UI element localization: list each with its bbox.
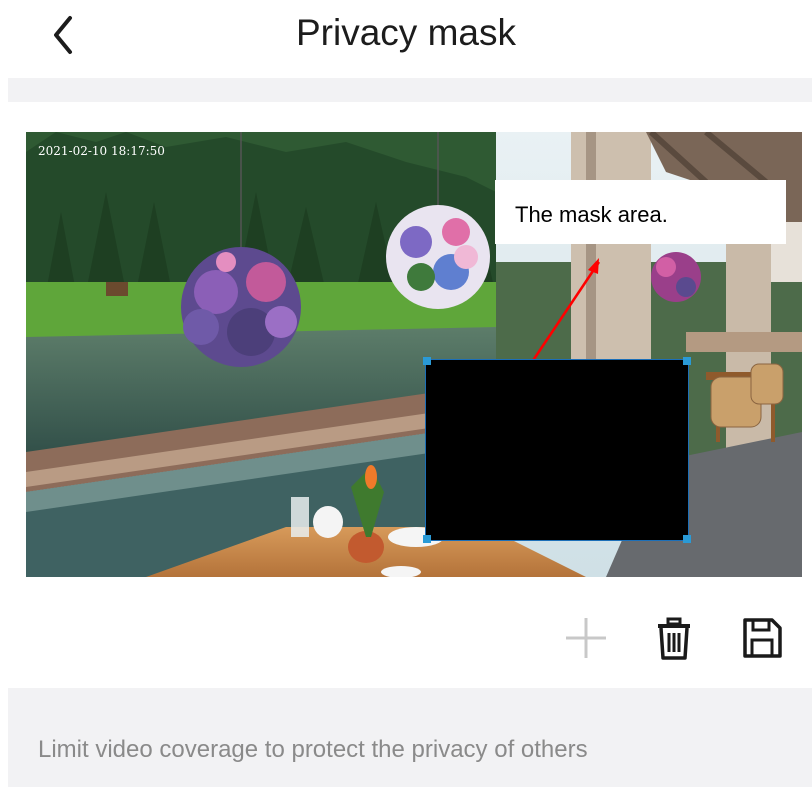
add-mask-button[interactable] [562, 614, 610, 662]
video-timestamp: 2021-02-10 18:17:50 [38, 144, 165, 158]
camera-preview[interactable]: 2021-02-10 18:17:50 The mask area. [26, 132, 802, 577]
hint-panel: Limit video coverage to protect the priv… [8, 688, 812, 787]
delete-mask-button[interactable] [650, 614, 698, 662]
annotation-callout: The mask area. [495, 180, 786, 244]
privacy-hint-text: Limit video coverage to protect the priv… [38, 736, 588, 763]
save-mask-button[interactable] [738, 614, 786, 662]
privacy-mask-area[interactable] [423, 357, 691, 543]
annotation-text: The mask area. [515, 202, 668, 227]
plus-icon [566, 618, 606, 658]
header: Privacy mask [0, 0, 812, 78]
mask-handle-top-left[interactable] [423, 357, 431, 365]
mask-handle-top-right[interactable] [683, 357, 691, 365]
page-title: Privacy mask [296, 12, 516, 53]
save-icon [743, 618, 782, 658]
trash-icon [658, 617, 690, 660]
mask-handle-bottom-left[interactable] [423, 535, 431, 543]
mask-handle-bottom-right[interactable] [683, 535, 691, 543]
header-divider-band [8, 78, 812, 102]
